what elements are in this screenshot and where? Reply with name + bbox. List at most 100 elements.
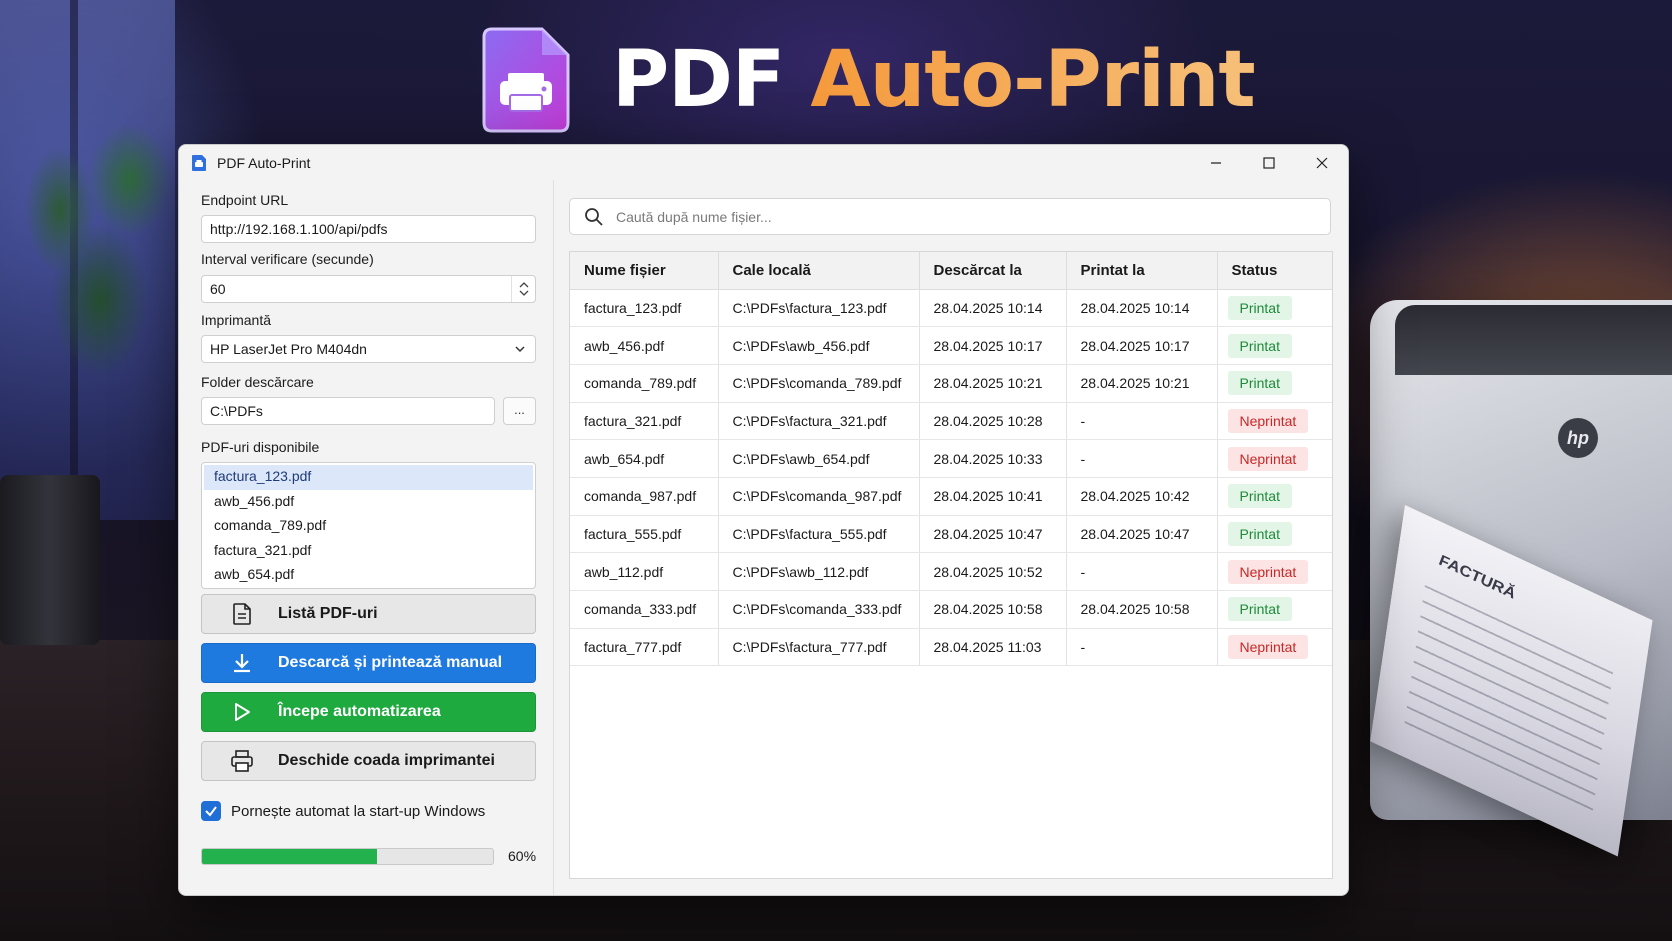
column-header[interactable]: Cale locală <box>718 252 920 290</box>
title-bar[interactable]: PDF Auto-Print <box>179 145 1348 180</box>
table-row[interactable]: comanda_987.pdf C:\PDFs\comanda_987.pdf 28… <box>570 477 1332 516</box>
search-input[interactable] <box>616 208 1306 225</box>
endpoint-label: Endpoint URL <box>201 192 289 208</box>
table-row[interactable]: factura_777.pdf C:\PDFs\factura_777.pdf 28… <box>570 628 1332 667</box>
table-cell: Neprintat <box>1217 552 1332 591</box>
table-cell: C:\PDFs\factura_777.pdf <box>718 628 920 667</box>
table-cell: factura_555.pdf <box>570 515 719 554</box>
table-cell: 28.04.2025 10:14 <box>919 289 1067 328</box>
browse-folder-button[interactable]: ... <box>503 397 536 425</box>
status-badge: Neprintat <box>1227 408 1309 433</box>
table-cell: 28.04.2025 10:52 <box>919 552 1067 591</box>
list-item[interactable]: factura_123.pdf <box>204 465 533 490</box>
table-cell: Neprintat <box>1217 439 1332 478</box>
table-row[interactable]: comanda_333.pdf C:\PDFs\comanda_333.pdf 28… <box>570 590 1332 629</box>
table-cell: Neprintat <box>1217 402 1332 441</box>
autostart-label: Pornește automat la start-up Windows <box>231 802 486 820</box>
table-cell: 28.04.2025 10:47 <box>1066 515 1218 554</box>
autostart-checkbox[interactable] <box>201 801 221 821</box>
minimize-button[interactable] <box>1189 145 1242 180</box>
hero-title: PDF Auto-Print <box>612 35 1256 125</box>
autostart-checkbox-row[interactable]: Pornește automat la start-up Windows <box>201 801 485 821</box>
table-cell: 28.04.2025 10:33 <box>919 439 1067 478</box>
table-row[interactable]: awb_112.pdf C:\PDFs\awb_112.pdf 28.04.2025… <box>570 552 1332 591</box>
table-row[interactable]: comanda_789.pdf C:\PDFs\comanda_789.pdf 28… <box>570 364 1332 403</box>
table-cell: 28.04.2025 10:41 <box>919 477 1067 516</box>
close-icon <box>1316 157 1327 168</box>
table-cell: Neprintat <box>1217 628 1332 667</box>
maximize-button[interactable] <box>1242 145 1295 180</box>
table-cell: C:\PDFs\factura_321.pdf <box>718 402 920 441</box>
table-row[interactable]: factura_321.pdf C:\PDFs\factura_321.pdf 28… <box>570 402 1332 441</box>
table-row[interactable]: awb_654.pdf C:\PDFs\awb_654.pdf 28.04.2025… <box>570 439 1332 478</box>
close-button[interactable] <box>1295 145 1348 180</box>
interval-spinner[interactable] <box>511 276 535 302</box>
status-badge: Neprintat <box>1227 446 1309 471</box>
checkmark-icon <box>205 806 217 817</box>
search-box[interactable] <box>569 198 1331 235</box>
endpoint-url-input[interactable]: http://192.168.1.100/api/pdfs <box>201 215 536 243</box>
table-cell: 28.04.2025 11:03 <box>919 628 1067 667</box>
download-folder-input[interactable]: C:\PDFs <box>201 397 495 425</box>
table-cell: C:\PDFs\awb_654.pdf <box>718 439 920 478</box>
window-title: PDF Auto-Print <box>217 154 311 171</box>
list-item[interactable]: factura_321.pdf <box>204 539 533 564</box>
status-badge: Neprintat <box>1227 559 1309 584</box>
table-header-row: Nume fișier Cale locală Descărcat la Pri… <box>570 252 1332 290</box>
list-item[interactable]: awb_456.pdf <box>204 490 533 515</box>
table-cell: C:\PDFs\awb_456.pdf <box>718 326 920 365</box>
table-cell: - <box>1066 402 1218 441</box>
interval-stepper[interactable]: 60 <box>201 275 536 303</box>
start-automation-label: Începe automatizarea <box>278 703 441 720</box>
printer-select[interactable]: HP LaserJet Pro M404dn <box>201 335 536 363</box>
files-panel: Nume fișier Cale locală Descărcat la Pri… <box>554 180 1348 895</box>
pdf-list-label: PDF-uri disponibile <box>201 439 320 455</box>
status-badge: Neprintat <box>1227 635 1309 660</box>
status-badge: Printat <box>1227 295 1292 320</box>
table-cell: 28.04.2025 10:17 <box>1066 326 1218 365</box>
hero-banner: PDF Auto-Print <box>482 26 1256 134</box>
column-header[interactable]: Nume fișier <box>570 252 719 290</box>
table-cell: awb_456.pdf <box>570 326 719 365</box>
download-print-button[interactable]: Descarcă și printează manual <box>201 643 536 683</box>
table-cell: comanda_987.pdf <box>570 477 719 516</box>
app-window: PDF Auto-Print Endpoint URL http://192.1… <box>178 144 1349 896</box>
table-cell: awb_112.pdf <box>570 552 719 591</box>
status-badge: Printat <box>1227 484 1292 509</box>
table-row[interactable]: factura_123.pdf C:\PDFs\factura_123.pdf 28… <box>570 289 1332 328</box>
table-cell: Printat <box>1217 289 1332 328</box>
column-header[interactable]: Printat la <box>1066 252 1218 290</box>
list-item[interactable]: awb_654.pdf <box>204 563 533 588</box>
list-pdfs-label: Listă PDF-uri <box>278 605 378 622</box>
pdf-listbox[interactable]: factura_123.pdf awb_456.pdf comanda_789.… <box>201 462 536 589</box>
table-cell: - <box>1066 439 1218 478</box>
table-cell: C:\PDFs\factura_555.pdf <box>718 515 920 554</box>
table-row[interactable]: awb_456.pdf C:\PDFs\awb_456.pdf 28.04.2025… <box>570 326 1332 365</box>
table-cell: 28.04.2025 10:21 <box>1066 364 1218 403</box>
printer-icon <box>231 750 253 772</box>
app-icon <box>192 154 206 171</box>
open-print-queue-button[interactable]: Deschide coada imprimantei <box>201 741 536 781</box>
table-cell: 28.04.2025 10:14 <box>1066 289 1218 328</box>
table-cell: Printat <box>1217 590 1332 629</box>
status-badge: Printat <box>1227 333 1292 358</box>
list-item[interactable]: comanda_789.pdf <box>204 514 533 539</box>
minimize-icon <box>1210 161 1221 164</box>
table-cell: C:\PDFs\comanda_789.pdf <box>718 364 920 403</box>
status-badge: Printat <box>1227 371 1292 396</box>
files-table: Nume fișier Cale locală Descărcat la Pri… <box>569 251 1333 879</box>
table-cell: 28.04.2025 10:58 <box>919 590 1067 629</box>
background-plant <box>20 90 170 420</box>
download-print-label: Descarcă și printează manual <box>278 654 503 671</box>
printer-logo: hp <box>1558 418 1598 458</box>
list-pdfs-button[interactable]: Listă PDF-uri <box>201 594 536 634</box>
table-row[interactable]: factura_555.pdf C:\PDFs\factura_555.pdf 28… <box>570 515 1332 554</box>
table-cell: factura_123.pdf <box>570 289 719 328</box>
chevron-up-icon <box>519 282 528 288</box>
start-automation-button[interactable]: Începe automatizarea <box>201 692 536 732</box>
open-print-queue-label: Deschide coada imprimantei <box>278 752 495 769</box>
progress-fill <box>202 849 377 864</box>
column-header[interactable]: Status <box>1217 252 1332 290</box>
pdf-printer-logo-icon <box>482 27 570 133</box>
column-header[interactable]: Descărcat la <box>919 252 1067 290</box>
